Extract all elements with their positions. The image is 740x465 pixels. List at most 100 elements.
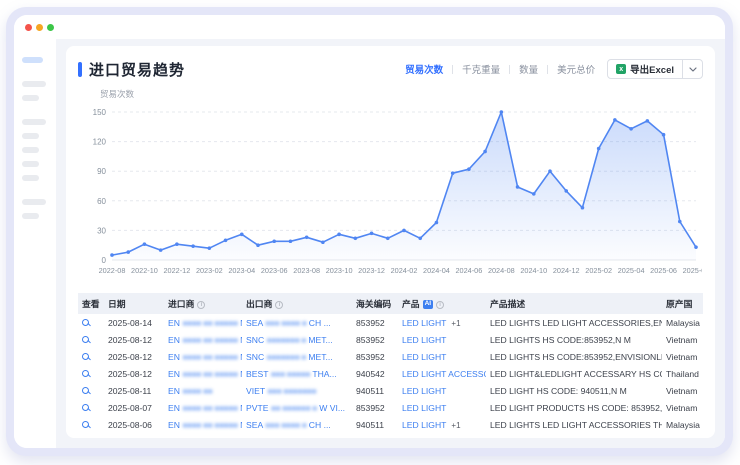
info-icon[interactable]: i	[275, 301, 283, 309]
sidebar-item-placeholder-3[interactable]	[22, 119, 46, 125]
cell-hs-code: 853952	[352, 399, 398, 416]
export-excel-button[interactable]: x 导出Excel	[608, 60, 682, 78]
product-tag-link[interactable]: LED LIGHT	[402, 352, 446, 362]
chart-data-point[interactable]	[175, 242, 179, 246]
chart-data-point[interactable]	[581, 206, 585, 210]
product-more-count[interactable]: +1	[451, 319, 460, 328]
info-icon[interactable]: i	[197, 301, 205, 309]
chart-data-point[interactable]	[321, 240, 325, 244]
product-tag-link[interactable]: LED LIGHT	[402, 403, 446, 413]
cell-product-description: LED LIGHT PRODUCTS HS CODE: 853952,NUWAT…	[486, 399, 662, 416]
cell-exporter-link[interactable]: SNC ■■■■■■■ ■ MET...	[242, 348, 352, 365]
maximize-window-button[interactable]	[47, 24, 54, 31]
view-detail-search-icon[interactable]	[82, 319, 89, 326]
sidebar-item-placeholder-8[interactable]	[22, 199, 46, 205]
chart-data-point[interactable]	[694, 245, 698, 249]
view-detail-search-icon[interactable]	[82, 387, 89, 394]
chart-data-point[interactable]	[208, 246, 212, 250]
trend-chart[interactable]: 03060901201502022-082022-102022-122023-0…	[78, 100, 703, 287]
tab-metric-2[interactable]: 数量	[519, 62, 538, 76]
chart-data-point[interactable]	[467, 167, 471, 171]
product-more-count[interactable]: +1	[451, 421, 460, 430]
cell-exporter-link[interactable]: SEA ■■■ ■■■■ ■ CH ...	[242, 416, 352, 433]
chart-data-point[interactable]	[597, 147, 601, 151]
column-header-label: 进口商	[168, 299, 194, 309]
cell-importer-link[interactable]: EN ■■■■ ■■ ■■■■■ NG L...	[164, 399, 242, 416]
chart-data-point[interactable]	[532, 192, 536, 196]
chart-data-point[interactable]	[402, 229, 406, 233]
chart-data-point[interactable]	[337, 233, 341, 237]
chart-data-point[interactable]	[678, 220, 682, 224]
chart-data-point[interactable]	[191, 244, 195, 248]
chart-data-point[interactable]	[435, 221, 439, 225]
table-row: 2025-08-07EN ■■■■ ■■ ■■■■■ NG L...PVTE ■…	[78, 399, 703, 416]
chart-data-point[interactable]	[354, 236, 358, 240]
chart-data-point[interactable]	[256, 243, 260, 247]
chart-data-point[interactable]	[272, 239, 276, 243]
sidebar-item-active[interactable]	[22, 57, 43, 63]
view-detail-search-icon[interactable]	[82, 404, 89, 411]
chart-data-point[interactable]	[646, 119, 650, 123]
tab-metric-1[interactable]: 千克重量	[462, 62, 500, 76]
tab-metric-3[interactable]: 美元总价	[557, 62, 595, 76]
cell-view	[78, 348, 104, 365]
close-window-button[interactable]	[25, 24, 32, 31]
cell-importer-link[interactable]: EN ■■■■ ■■	[164, 382, 242, 399]
chart-data-point[interactable]	[662, 133, 666, 137]
x-axis-tick: 2023-02	[196, 266, 223, 275]
sidebar-item-placeholder-1[interactable]	[22, 81, 46, 87]
minimize-window-button[interactable]	[36, 24, 43, 31]
cell-exporter-link[interactable]: VIET ■■■ ■■■■■■■	[242, 382, 352, 399]
cell-importer-link[interactable]: EN ■■■■ ■■ ■■■■■ NG L...	[164, 314, 242, 331]
chart-data-point[interactable]	[370, 232, 374, 236]
cell-importer-link[interactable]: EN ■■■■ ■■ ■■■■■ NG L...	[164, 348, 242, 365]
product-tag-link[interactable]: LED LIGHT	[402, 420, 446, 430]
chart-data-point[interactable]	[418, 236, 422, 240]
cell-exporter-link[interactable]: BEST ■■■ ■■■■■ THA...	[242, 365, 352, 382]
sidebar-item-placeholder-4[interactable]	[22, 133, 39, 139]
cell-importer-link[interactable]: EN ■■■■ ■■ ■■■■■ NG L...	[164, 365, 242, 382]
sidebar-item-placeholder-2[interactable]	[22, 95, 39, 101]
chart-data-point[interactable]	[564, 189, 568, 193]
chart-data-point[interactable]	[224, 238, 228, 242]
chart-data-point[interactable]	[289, 239, 293, 243]
chart-data-point[interactable]	[305, 236, 309, 240]
cell-exporter-link[interactable]: PVTE ■■ ■■■■■■ ■ W VI...	[242, 399, 352, 416]
cell-view	[78, 331, 104, 348]
cell-exporter-link[interactable]: SEA ■■■ ■■■■ ■ CH ...	[242, 314, 352, 331]
product-tag-link[interactable]: LED LIGHT ACCESSORY	[402, 369, 486, 379]
view-detail-search-icon[interactable]	[82, 353, 89, 360]
export-dropdown-button[interactable]	[682, 60, 702, 78]
chart-data-point[interactable]	[548, 169, 552, 173]
chart-data-point[interactable]	[110, 253, 114, 257]
sidebar-item-placeholder-6[interactable]	[22, 161, 39, 167]
chart-data-point[interactable]	[451, 171, 455, 175]
view-detail-search-icon[interactable]	[82, 370, 89, 377]
cell-importer-link[interactable]: EN ■■■■ ■■ ■■■■■ NG L...	[164, 331, 242, 348]
sidebar-item-placeholder-5[interactable]	[22, 147, 39, 153]
tab-metric-0[interactable]: 贸易次数	[405, 62, 443, 76]
column-header-label: 日期	[108, 299, 126, 309]
chart-data-point[interactable]	[516, 185, 520, 189]
view-detail-search-icon[interactable]	[82, 336, 89, 343]
product-tag-link[interactable]: LED LIGHT	[402, 335, 446, 345]
chart-data-point[interactable]	[500, 110, 504, 114]
product-tag-link[interactable]: LED LIGHT	[402, 318, 446, 328]
sidebar-item-placeholder-9[interactable]	[22, 213, 39, 219]
cell-product-description: LED LIGHTS HS CODE:853952,ENVISIONLED	[486, 348, 662, 365]
cell-importer-link[interactable]: EN ■■■■ ■■ ■■■■■ NG L...	[164, 416, 242, 433]
chart-data-point[interactable]	[126, 250, 130, 254]
chart-data-point[interactable]	[143, 242, 147, 246]
cell-exporter-link[interactable]: SNC ■■■■■■■ ■ MET...	[242, 331, 352, 348]
company-name-suffix: THA...	[310, 369, 337, 379]
view-detail-search-icon[interactable]	[82, 421, 89, 428]
chart-data-point[interactable]	[159, 248, 163, 252]
chart-data-point[interactable]	[386, 236, 390, 240]
sidebar-item-placeholder-7[interactable]	[22, 175, 39, 181]
chart-data-point[interactable]	[629, 127, 633, 131]
chart-data-point[interactable]	[240, 233, 244, 237]
chart-data-point[interactable]	[613, 118, 617, 122]
info-icon[interactable]: i	[436, 301, 444, 309]
product-tag-link[interactable]: LED LIGHT	[402, 386, 446, 396]
chart-data-point[interactable]	[483, 150, 487, 154]
